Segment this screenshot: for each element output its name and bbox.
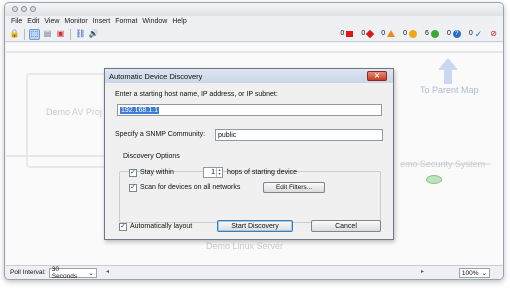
toolbar-separator: [70, 28, 71, 40]
snmp-input-value: public: [218, 131, 237, 139]
lock-icon[interactable]: 🔒: [9, 29, 20, 40]
chevron-down-icon: ⌄: [88, 269, 94, 277]
discovery-options-title: Discovery Options: [121, 153, 182, 160]
close-window-button[interactable]: [12, 6, 18, 12]
auto-layout-label: Automatically layout: [130, 223, 193, 230]
select-tool-icon[interactable]: ⬚: [29, 28, 40, 40]
host-input-value: 192.168.1.1: [120, 106, 159, 114]
count-unknown[interactable]: 0 ?: [447, 29, 461, 38]
sound-icon[interactable]: 🔊: [88, 29, 99, 40]
dialog-title: Automatic Device Discovery: [109, 71, 203, 81]
poll-interval-select[interactable]: 30 Seconds ⌄: [48, 265, 97, 280]
poll-interval-value: 30 Seconds: [51, 265, 78, 280]
count-down[interactable]: 0: [340, 30, 354, 37]
chevron-down-icon: ⌄: [481, 270, 487, 277]
host-label: Enter a starting host name, IP address, …: [115, 91, 278, 98]
red-square-icon: [346, 30, 354, 37]
scroll-right-icon[interactable]: ▸: [421, 268, 424, 275]
hops-value: 1: [211, 169, 215, 176]
map-label-security[interactable]: emo Security System: [400, 159, 485, 169]
menu-insert[interactable]: Insert: [93, 18, 111, 25]
count-critical[interactable]: 0: [361, 29, 375, 38]
auto-layout-checkbox[interactable]: ✓: [119, 223, 127, 231]
scan-all-networks-label: Scan for devices on all networks: [140, 184, 241, 191]
menu-window[interactable]: Window: [142, 18, 167, 25]
status-counts: 0 0 0 0 6 0 ? 0 ✓ ⊘: [340, 29, 497, 38]
yellow-circle-icon: [409, 29, 418, 38]
status-bar: Poll Interval: 30 Seconds ⌄ ◂ ▸ 100% ⌄: [6, 265, 503, 280]
blue-question-icon: ?: [452, 29, 461, 38]
stay-within-checkbox[interactable]: ✓: [129, 169, 137, 177]
menu-edit[interactable]: Edit: [27, 18, 39, 25]
menu-monitor[interactable]: Monitor: [64, 18, 87, 25]
hops-spinner[interactable]: 1 ▴ ▾: [203, 167, 223, 178]
discovery-options-group: [119, 171, 381, 223]
zoom-window-button[interactable]: [30, 6, 36, 12]
discovery-dialog: Automatic Device Discovery ✕ Enter a sta…: [104, 68, 394, 240]
dialog-body: Enter a starting host name, IP address, …: [105, 83, 393, 241]
map-label-parent[interactable]: To Parent Map: [420, 85, 479, 95]
scroll-left-icon[interactable]: ◂: [106, 268, 109, 275]
stay-within-label: Stay within: [140, 169, 174, 176]
snmp-label: Specify a SNMP Community:: [115, 131, 206, 138]
check-icon: ✓: [474, 28, 483, 39]
poll-interval-label: Poll Interval:: [10, 269, 46, 276]
menu-file[interactable]: File: [11, 18, 22, 25]
window-controls: [12, 6, 36, 12]
toolbar-separator: [24, 28, 25, 40]
menu-help[interactable]: Help: [172, 18, 186, 25]
title-bar: [5, 3, 503, 16]
spinner-arrows-icon[interactable]: ▴ ▾: [216, 168, 222, 177]
zoom-value: 100%: [461, 269, 479, 277]
map-label-linux[interactable]: Demo Linux Server: [206, 241, 283, 251]
menu-format[interactable]: Format: [115, 18, 137, 25]
up-arrow-icon[interactable]: [438, 58, 458, 84]
count-warning[interactable]: 0: [381, 30, 396, 37]
device-tool-icon[interactable]: ▤: [42, 29, 53, 40]
cancel-button[interactable]: Cancel: [311, 220, 381, 232]
alert-device-icon[interactable]: ▣: [55, 29, 66, 40]
menu-view[interactable]: View: [44, 18, 59, 25]
hops-label: hops of starting device: [227, 169, 298, 176]
map-label-demo-av[interactable]: Demo AV Proj: [46, 107, 102, 117]
network-icon[interactable]: ⛓: [75, 29, 86, 40]
green-circle-icon: [430, 29, 439, 38]
red-diamond-icon: [365, 29, 375, 38]
host-input[interactable]: 192.168.1.1: [117, 104, 382, 116]
arrow-head: [438, 58, 458, 70]
filter-toggle[interactable]: ⊘: [490, 29, 497, 38]
toolbar: 🔒 ⬚ ▤ ▣ ⛓ 🔊 0 0 0 0 6 0 ? 0 ✓ ⊘: [5, 27, 503, 42]
orange-triangle-icon: [387, 30, 396, 37]
dialog-close-button[interactable]: ✕: [367, 71, 387, 81]
count-minor[interactable]: 0: [403, 29, 418, 38]
filter-icon: ⊘: [490, 29, 497, 38]
connection-line: [6, 155, 106, 157]
horizontal-scrollbar[interactable]: ◂ ▸: [106, 269, 424, 277]
dialog-title-bar: Automatic Device Discovery ✕: [105, 69, 393, 83]
count-up[interactable]: 6: [425, 29, 439, 38]
zoom-select[interactable]: 100% ⌄: [458, 268, 490, 278]
connection-line: [6, 51, 503, 53]
snmp-community-input[interactable]: public: [215, 129, 383, 141]
close-icon: ✕: [374, 73, 380, 80]
scan-all-networks-checkbox[interactable]: ✓: [129, 184, 137, 192]
start-discovery-button[interactable]: Start Discovery: [217, 220, 293, 232]
edit-filters-button[interactable]: Edit Filters...: [263, 182, 325, 193]
menu-bar: File Edit View Monitor Insert Format Win…: [5, 16, 503, 27]
minimize-window-button[interactable]: [21, 6, 27, 12]
arrow-stem: [444, 70, 452, 84]
count-acknowledged[interactable]: 0 ✓: [469, 28, 483, 39]
device-icon[interactable]: [426, 175, 442, 184]
